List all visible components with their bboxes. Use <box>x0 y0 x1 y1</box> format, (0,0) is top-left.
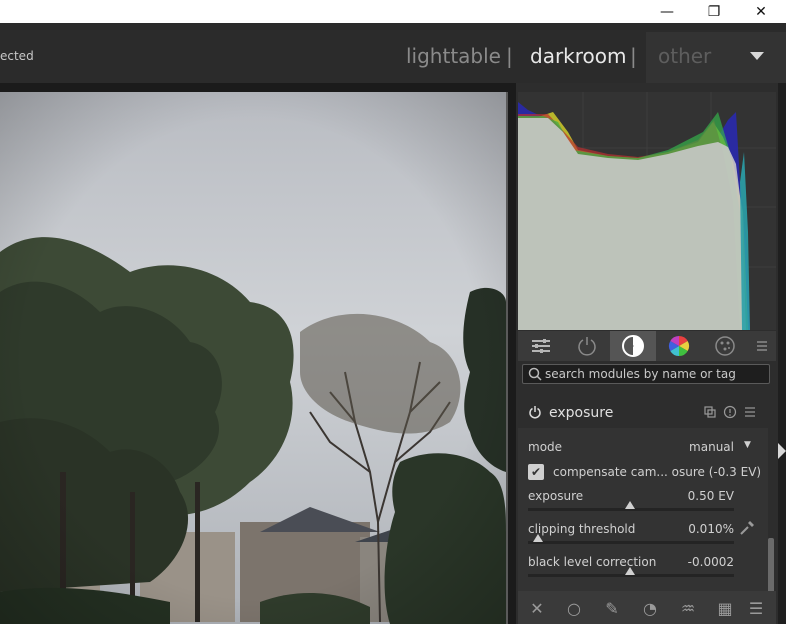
menu-icon[interactable]: ☰ <box>746 598 766 618</box>
compensate-checkbox[interactable]: ✔ <box>528 464 544 480</box>
view-other-dropdown[interactable]: other <box>646 32 786 83</box>
clipping-slider-handle[interactable] <box>533 534 543 542</box>
menu-icon[interactable] <box>744 406 756 418</box>
power-icon <box>578 337 596 356</box>
quick-access-icon <box>532 339 550 353</box>
multi-instance-icon[interactable] <box>704 406 716 418</box>
compensate-label: compensate cam... osure (-0.3 EV) <box>553 465 762 479</box>
exposure-slider-handle[interactable] <box>625 501 635 509</box>
histogram[interactable] <box>518 92 776 330</box>
module-group-tabs <box>518 331 776 361</box>
checkerboard-icon[interactable]: ▦ <box>715 598 735 618</box>
photo <box>0 92 506 624</box>
chevron-down-icon <box>750 52 764 60</box>
search-placeholder: search modules by name or tag <box>545 367 736 381</box>
view-darkroom[interactable]: darkroom <box>530 44 627 68</box>
close-button[interactable]: ✕ <box>738 0 784 23</box>
effects-icon <box>715 336 735 356</box>
close-icon[interactable]: ✕ <box>527 598 547 618</box>
active-modules-icon <box>622 335 644 357</box>
power-icon[interactable] <box>528 405 542 419</box>
mode-select[interactable]: manual <box>668 440 734 454</box>
module-header[interactable]: exposure <box>518 396 768 428</box>
black-level-slider-handle[interactable] <box>625 567 635 575</box>
quick-access-tab[interactable] <box>518 331 564 361</box>
black-level-value: -0.0002 <box>687 555 734 569</box>
exposure-label: exposure <box>528 489 584 503</box>
clipping-slider[interactable] <box>528 541 734 544</box>
path-icon[interactable]: ◔ <box>640 598 660 618</box>
base-modules-tab[interactable] <box>610 331 656 361</box>
minimize-button[interactable]: — <box>644 0 690 23</box>
mask-toolbar: ✕ ○ ✎ ◔ ♒ ▦ ☰ <box>518 591 776 624</box>
black-level-label: black level correction <box>528 555 657 569</box>
view-separator: | <box>630 44 637 68</box>
active-modules-tab[interactable] <box>564 331 610 361</box>
brush-icon[interactable]: ♒ <box>678 598 698 618</box>
pencil-icon[interactable]: ✎ <box>602 598 622 618</box>
restore-button[interactable]: ❐ <box>691 0 737 23</box>
module-search-input[interactable]: search modules by name or tag <box>522 364 770 384</box>
mode-label: mode <box>528 440 563 454</box>
module-title: exposure <box>549 405 614 421</box>
exposure-module: exposure mode manual ▼ ✔ compensate cam.… <box>518 396 768 591</box>
right-panel: search modules by name or tag exposure m… <box>516 83 778 624</box>
image-canvas[interactable] <box>0 83 516 624</box>
view-header: ected lighttable | darkroom | other <box>0 23 786 83</box>
selection-status: ected <box>0 49 34 63</box>
presets-menu-tab[interactable] <box>748 331 776 361</box>
effects-tab[interactable] <box>702 331 748 361</box>
view-other: other <box>658 44 712 68</box>
menu-icon <box>757 341 767 351</box>
circle-icon[interactable]: ○ <box>564 598 584 618</box>
search-icon <box>528 367 542 381</box>
collapse-right-panel-icon[interactable] <box>778 443 786 459</box>
right-edge-strip <box>778 83 786 624</box>
reset-icon[interactable] <box>723 405 737 419</box>
chevron-down-icon: ▼ <box>744 440 751 450</box>
view-lighttable[interactable]: lighttable <box>406 44 501 68</box>
view-separator: | <box>506 44 513 68</box>
color-modules-tab[interactable] <box>656 331 702 361</box>
panel-scrollbar[interactable] <box>768 538 774 598</box>
exposure-value: 0.50 EV <box>687 489 734 503</box>
color-wheel-icon <box>668 335 690 357</box>
clipping-value: 0.010% <box>688 522 734 536</box>
color-picker-icon[interactable] <box>738 519 756 537</box>
clipping-label: clipping threshold <box>528 522 636 536</box>
window-titlebar: — ❐ ✕ <box>0 0 786 23</box>
photo-frame <box>0 92 508 624</box>
